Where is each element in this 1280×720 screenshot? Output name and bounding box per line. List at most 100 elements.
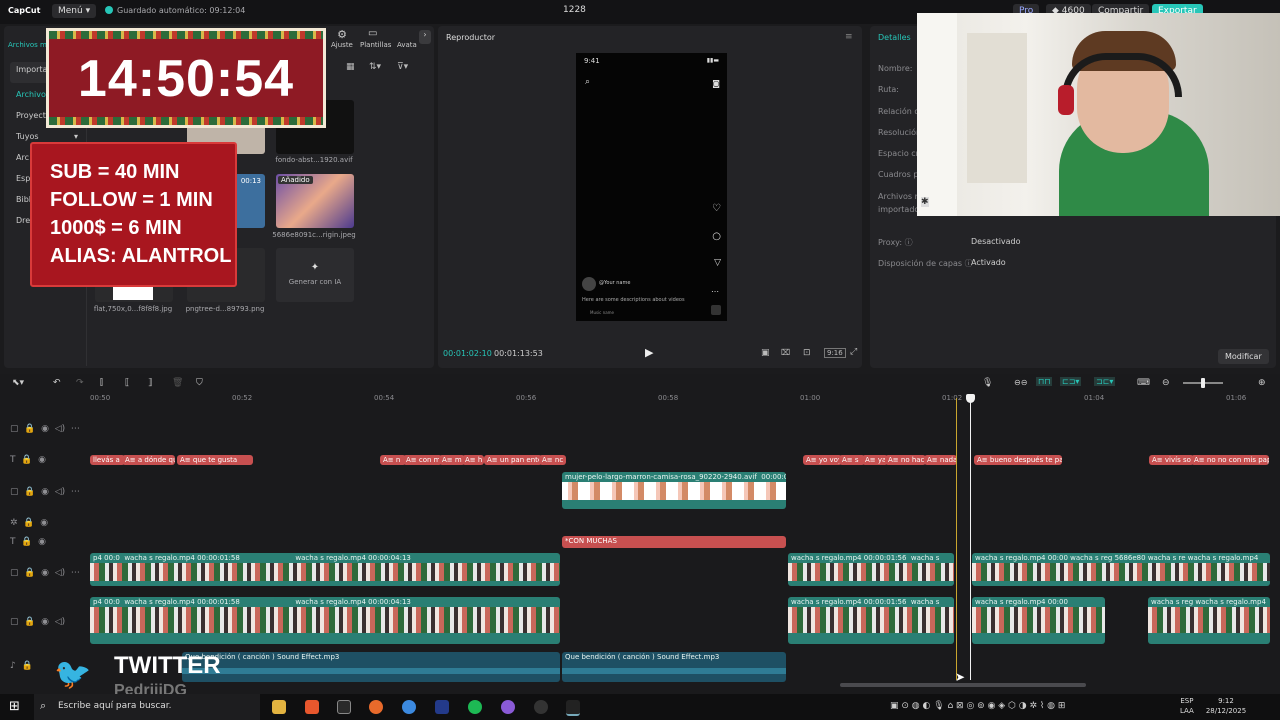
video-clip[interactable]: p4 00:0 wacha s regalo.mp4 00:00:01:58 w… xyxy=(90,597,560,644)
taskbar: ⊞ ⌕ Escribe aquí para buscar. ▣ ⊙ ◍ ◐ 🎙 … xyxy=(0,694,1280,720)
text-clip[interactable]: A≡ h xyxy=(462,455,484,465)
video-clip[interactable]: wacha s regalo.mp4 00:00:01:56 wacha s xyxy=(788,553,954,586)
text-clip[interactable]: A≡ vivís sola xyxy=(1149,455,1194,465)
taskbar-search[interactable]: ⌕ Escribe aquí para buscar. xyxy=(34,694,260,720)
player-menu-icon[interactable]: ≡ xyxy=(845,32,853,42)
audio-clip[interactable]: Que bendición ( canción ) Sound Effect.m… xyxy=(562,652,786,682)
playhead[interactable] xyxy=(966,394,975,680)
subathon-line-follow: FOLLOW = 1 MIN xyxy=(50,189,213,211)
text-clip[interactable]: A≡ bueno después te paso xyxy=(974,455,1062,465)
zoom-in-icon[interactable]: ⊕ xyxy=(1258,378,1266,388)
marker-icon[interactable]: ⛉ xyxy=(196,378,203,388)
ruler-tick: 00:58 xyxy=(658,394,679,402)
proxy-value[interactable]: Desactivado xyxy=(971,237,1021,246)
play-button[interactable]: ▶ xyxy=(645,346,653,359)
text-clip[interactable]: A≡ un pan ente xyxy=(484,455,542,465)
text-clip[interactable]: A≡ no hac xyxy=(885,455,926,465)
clock-tray[interactable]: 9:12 28/12/2025 xyxy=(1200,696,1252,716)
redo-icon[interactable]: ↷ xyxy=(76,378,84,388)
video-clip[interactable]: wacha s regalo.mp4 00:00 wacha s reg 568… xyxy=(972,553,1270,586)
layers-value[interactable]: Activado xyxy=(971,258,1006,267)
zoom-slider-handle[interactable] xyxy=(1201,378,1205,388)
language-indicator[interactable]: ESP LAA xyxy=(1180,696,1194,716)
messenger-icon[interactable] xyxy=(501,700,515,714)
caption-clip[interactable]: *CON MUCHAS xyxy=(562,536,786,548)
crop-icon[interactable]: ⊡ xyxy=(803,348,811,358)
grid-view-icon[interactable]: ▦ xyxy=(346,62,355,72)
image-clip[interactable]: mujer-pelo-largo-marron-camisa-rosa_9022… xyxy=(562,472,786,509)
menu-button[interactable]: Menú ▾ xyxy=(52,4,97,18)
track-controls-video-1[interactable]: ▢ 🔒 ◉ ◁) ⋯ xyxy=(10,568,80,578)
sort-icon[interactable]: ⇅▾ xyxy=(369,62,381,72)
timeline-scrollbar[interactable] xyxy=(840,683,1086,687)
pin-icon[interactable]: ✱ xyxy=(921,197,929,207)
media-thumb-4[interactable]: Añadido xyxy=(276,174,354,228)
track-controls-1[interactable]: ▢ 🔒 ◉ ◁) ⋯ xyxy=(10,424,80,434)
caption-icon[interactable]: ⌨ xyxy=(1137,378,1150,388)
countdown-time: 14:50:54 xyxy=(77,50,295,108)
zoom-slider[interactable] xyxy=(1183,378,1223,388)
ratio-button[interactable]: 9:16 xyxy=(824,348,846,358)
obs-icon[interactable] xyxy=(534,700,548,714)
project-name[interactable]: 1228 xyxy=(563,5,586,15)
video-clip[interactable]: wacha s regalo.mp4 00:00:01:56 wacha s xyxy=(788,597,954,644)
video-clip-label: 00:0 xyxy=(104,598,120,606)
filter-icon[interactable]: ⊽▾ xyxy=(397,62,408,72)
snapshot-icon[interactable]: ▣ xyxy=(761,348,770,358)
track-controls-audio[interactable]: ♪ 🔒 xyxy=(10,661,33,671)
track-controls-video-2[interactable]: ▢ 🔒 ◉ ◁) xyxy=(10,617,65,627)
track-controls-image[interactable]: ▢ 🔒 ◉ ◁) ⋯ xyxy=(10,487,80,497)
text-clip[interactable]: A≡ yo voy xyxy=(803,455,842,465)
quality-icon[interactable]: ⌧ xyxy=(781,348,790,357)
modify-button[interactable]: Modificar xyxy=(1218,349,1269,364)
track-controls-caption[interactable]: T 🔒 ◉ xyxy=(10,537,46,547)
text-clip[interactable]: A≡ no no con mis papás xyxy=(1191,455,1269,465)
delete-icon[interactable]: 🗑 xyxy=(172,378,183,388)
video-clip[interactable]: p4 00:0 wacha s regalo.mp4 00:00:01:58 w… xyxy=(90,553,560,586)
file-explorer-icon[interactable] xyxy=(272,700,286,714)
magnet-icon[interactable]: ⊓⊓ xyxy=(1036,377,1053,386)
text-clip[interactable]: A≡ que te gusta xyxy=(177,455,253,465)
track-controls-text[interactable]: T 🔒 ◉ xyxy=(10,455,46,465)
text-clip[interactable]: A≡ nada xyxy=(924,455,957,465)
undo-icon[interactable]: ↶ xyxy=(53,378,61,388)
chevron-right-icon[interactable]: › xyxy=(419,30,431,44)
text-clip[interactable]: llevás a xyxy=(90,455,125,465)
layers-label-text: Disposición de capas xyxy=(878,259,963,268)
video-clip-thumbnails xyxy=(788,607,954,633)
snap-icon[interactable]: ⊏⊐▾ xyxy=(1060,377,1082,386)
capcut-taskbar-icon[interactable] xyxy=(337,700,351,714)
video-clip[interactable]: wacha s reg wacha s regalo.mp4 xyxy=(1148,597,1270,644)
zoom-out-icon[interactable]: ⊖ xyxy=(1162,378,1170,388)
link-icon[interactable]: ⊖⊖ xyxy=(1014,378,1027,387)
preview-axis-icon[interactable]: ⊐⊏▾ xyxy=(1094,377,1116,386)
split-right-icon[interactable]: ⟧ xyxy=(148,378,152,388)
text-clip[interactable]: A≡ con mu xyxy=(403,455,442,465)
chrome-icon[interactable] xyxy=(402,700,416,714)
playhead-handle[interactable] xyxy=(966,394,975,403)
tab-media[interactable]: Archivos m xyxy=(8,41,47,49)
generate-ai-card[interactable]: ✦ Generar con IA xyxy=(276,248,354,302)
windows-start-icon[interactable]: ⊞ xyxy=(9,699,20,714)
audio-clip[interactable]: Que bendición ( canción ) Sound Effect.m… xyxy=(182,652,560,682)
time-ruler[interactable]: 00:50 00:52 00:54 00:56 00:58 01:00 01:0… xyxy=(90,394,1280,406)
firefox-icon[interactable] xyxy=(369,700,383,714)
le-app-icon[interactable] xyxy=(435,700,449,714)
video-clip[interactable]: wacha s regalo.mp4 00:00 xyxy=(972,597,1105,644)
tab-adjust[interactable]: Ajuste xyxy=(331,41,353,49)
capcut-active-icon[interactable] xyxy=(566,700,580,716)
tray-icons[interactable]: ▣ ⊙ ◍ ◐ 🎙 ⌂ ⊠ ◎ ⊚ ◉ ◈ ⬡ ◑ ✲ ⌇ ◍ ⊞ xyxy=(890,701,1065,711)
split-icon[interactable]: ⫿ xyxy=(100,378,103,388)
microphone-icon[interactable]: 🎙 xyxy=(982,378,993,388)
fullscreen-icon[interactable]: ⤢ xyxy=(850,347,857,357)
select-tool-icon[interactable]: ⬉▾ xyxy=(12,378,24,388)
tab-avatars[interactable]: Avata xyxy=(397,41,417,49)
spotify-icon[interactable] xyxy=(468,700,482,714)
split-left-icon[interactable]: ⟦ xyxy=(125,378,129,388)
ruler-tick: 01:04 xyxy=(1084,394,1105,402)
tab-templates[interactable]: Plantillas xyxy=(360,41,391,49)
brave-icon[interactable] xyxy=(305,700,319,714)
text-clip[interactable]: A≡ a dónde qu xyxy=(122,455,175,465)
track-controls-effect[interactable]: ✲ 🔒 ◉ xyxy=(10,518,48,528)
text-clip[interactable]: A≡ nc xyxy=(539,455,566,465)
